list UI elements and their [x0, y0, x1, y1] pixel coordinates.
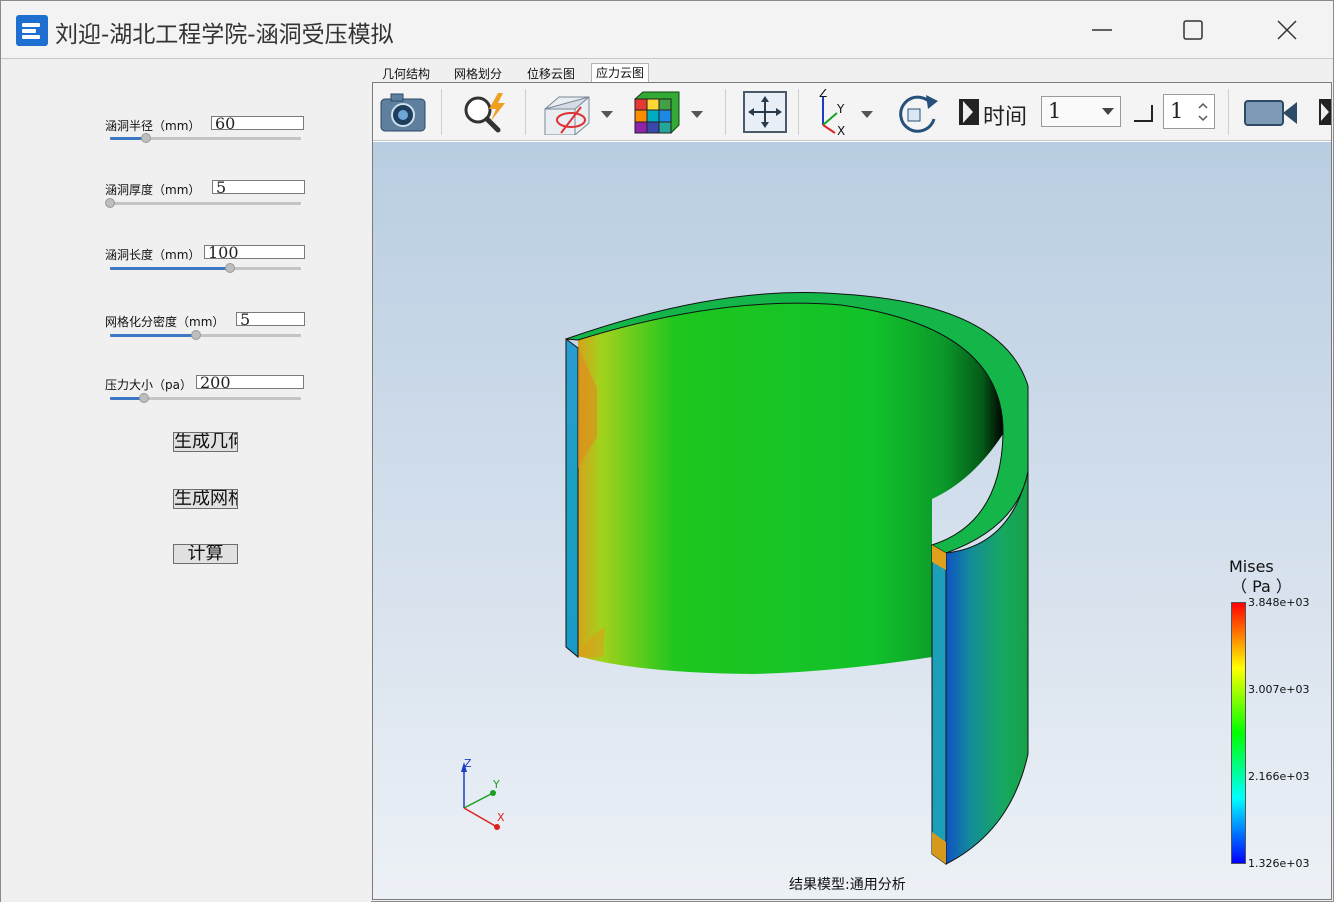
- tab-geometry[interactable]: 几何结构: [378, 65, 434, 83]
- close-icon: [1277, 20, 1297, 40]
- radius-slider[interactable]: [110, 133, 301, 143]
- title-bar[interactable]: 刘迎-湖北工程学院-涵洞受压模拟: [1, 1, 1333, 59]
- maximize-button[interactable]: [1169, 9, 1217, 51]
- close-button[interactable]: [1263, 9, 1311, 51]
- window-title: 刘迎-湖北工程学院-涵洞受压模拟: [55, 22, 394, 48]
- minimize-button[interactable]: [1078, 9, 1126, 51]
- toolbar-overflow-icon[interactable]: [1319, 99, 1331, 125]
- pressure-input[interactable]: [196, 375, 304, 389]
- viewer-toolbar: Z Y X 时间 1 1: [373, 83, 1331, 141]
- stress-contour-model: Z Y X: [461, 291, 1029, 865]
- time-select[interactable]: 1: [1041, 96, 1121, 127]
- maximize-icon: [1183, 20, 1203, 40]
- step-spinbox-value: 1: [1170, 99, 1184, 123]
- length-slider-handle[interactable]: [225, 263, 235, 273]
- thickness-input[interactable]: [212, 180, 305, 194]
- mesh-cube-icon[interactable]: [633, 89, 709, 135]
- app-logo-icon: [16, 15, 48, 46]
- result-model-label: 结果模型:通用分析: [789, 877, 906, 893]
- compute-button[interactable]: 计算: [173, 544, 238, 564]
- generate-mesh-button[interactable]: 生成网格: [173, 489, 238, 509]
- legend-tick-2: 3.007e+03: [1248, 683, 1310, 696]
- mesh-density-slider-handle[interactable]: [191, 330, 201, 340]
- time-label: 时间: [983, 105, 1028, 130]
- rotate-view-icon[interactable]: [894, 89, 942, 135]
- svg-text:Z: Z: [819, 89, 827, 100]
- triad-x-label: X: [497, 811, 505, 824]
- length-label: 涵洞长度（mm）: [105, 248, 201, 262]
- legend-tick-min: 1.326e+03: [1248, 857, 1310, 870]
- parameter-panel: 涵洞半径（mm） 涵洞厚度（mm） 涵洞长度（mm） 网格化分密度（mm） 压力…: [1, 60, 371, 902]
- axes-orientation-icon[interactable]: Z Y X: [809, 89, 881, 135]
- query-magnifier-icon[interactable]: [458, 89, 510, 135]
- mesh-density-label: 网格化分密度（mm）: [105, 315, 225, 329]
- mesh-density-input[interactable]: [236, 312, 305, 326]
- radius-input[interactable]: [211, 116, 304, 130]
- 3d-viewport[interactable]: Z Y X 结果模型:通用分析 Mises （ Pa ） 3.848e+03 3…: [373, 142, 1331, 899]
- step-spinbox[interactable]: 1: [1163, 94, 1215, 129]
- fit-view-icon[interactable]: [741, 89, 789, 135]
- mesh-density-slider-fill: [110, 334, 196, 337]
- legend-tick-3: 2.166e+03: [1248, 770, 1310, 783]
- main-window: 刘迎-湖北工程学院-涵洞受压模拟 涵洞半径（mm） 涵洞厚度（mm） 涵洞长度（…: [0, 0, 1334, 902]
- thickness-label: 涵洞厚度（mm）: [105, 183, 201, 197]
- length-input[interactable]: [204, 245, 305, 259]
- camera-icon[interactable]: [379, 89, 427, 135]
- svg-text:Y: Y: [836, 102, 845, 116]
- chevron-down-icon: [1102, 108, 1114, 115]
- pressure-slider[interactable]: [110, 393, 301, 403]
- spin-arrows-icon[interactable]: [1198, 101, 1208, 123]
- clip-plane-icon[interactable]: [541, 89, 615, 135]
- length-slider-fill: [110, 267, 230, 270]
- step-marker-icon: [1134, 105, 1153, 122]
- pressure-slider-handle[interactable]: [139, 393, 149, 403]
- legend-colorbar: [1231, 602, 1246, 864]
- tab-stress[interactable]: 应力云图: [591, 63, 650, 84]
- animation-icon[interactable]: [957, 89, 981, 135]
- pressure-label: 压力大小（pa）: [105, 378, 192, 392]
- legend-unit: （ Pa ）: [1231, 577, 1292, 596]
- mesh-density-slider[interactable]: [110, 330, 301, 340]
- length-slider[interactable]: [110, 263, 301, 273]
- tab-mesh[interactable]: 网格划分: [450, 65, 506, 83]
- minimize-icon: [1092, 29, 1112, 31]
- svg-text:X: X: [837, 124, 845, 135]
- result-viewer: Z Y X 时间 1 1 Z Y X 结果模型:通用分析 Mises （ Pa …: [372, 82, 1332, 900]
- thickness-slider[interactable]: [105, 198, 301, 208]
- triad-y-label: Y: [492, 778, 500, 791]
- thickness-slider-handle[interactable]: [105, 198, 115, 208]
- generate-geometry-button[interactable]: 生成几何: [173, 432, 238, 452]
- video-record-icon[interactable]: [1243, 89, 1301, 135]
- radius-label: 涵洞半径（mm）: [105, 119, 201, 133]
- radius-slider-handle[interactable]: [141, 133, 151, 143]
- triad-z-label: Z: [464, 757, 472, 770]
- time-select-value: 1: [1048, 99, 1062, 123]
- tab-displacement[interactable]: 位移云图: [523, 65, 579, 83]
- legend-tick-max: 3.848e+03: [1248, 596, 1310, 609]
